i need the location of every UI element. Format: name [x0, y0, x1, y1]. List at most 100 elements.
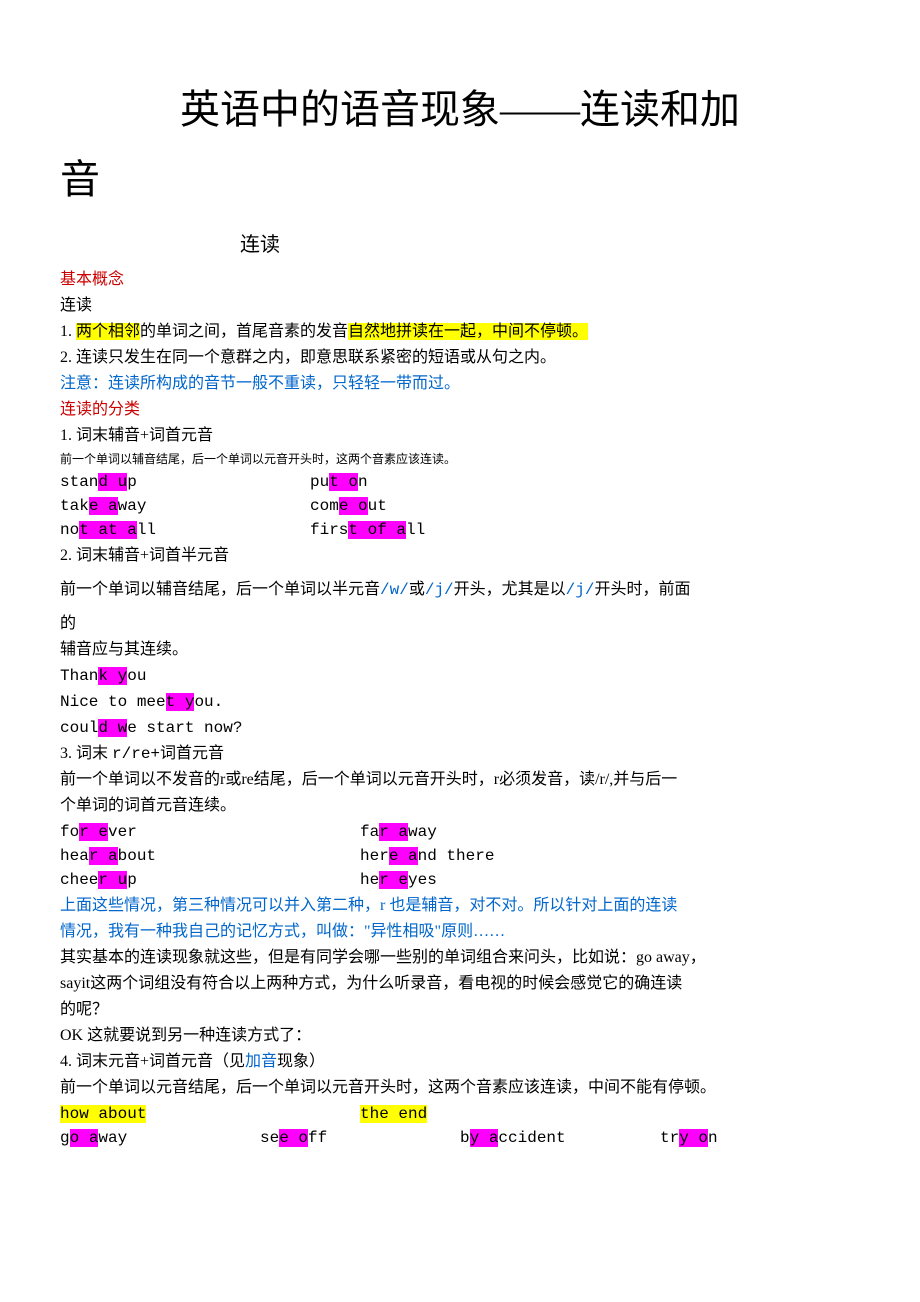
t: nd there: [418, 847, 495, 865]
hl: e o: [339, 497, 368, 515]
highlight: 两个相邻: [76, 323, 140, 340]
t: stan: [60, 473, 98, 491]
t: ll: [406, 521, 425, 539]
t: Nice to mee: [60, 693, 166, 711]
hl: t of a: [348, 521, 406, 539]
t: he: [360, 871, 379, 889]
hl: y o: [679, 1129, 708, 1147]
t: way: [408, 823, 437, 841]
t: ou.: [194, 693, 223, 711]
note-text: 注意：连读所构成的音节一般不重读，只轻轻一带而过。: [60, 372, 860, 396]
hl: r e: [379, 871, 408, 889]
t: way: [118, 497, 147, 515]
text-line: 连读: [60, 294, 860, 318]
t: fo: [60, 823, 79, 841]
rule-2: 2. 连读只发生在同一个意群之内，即意思联系紧密的短语或从句之内。: [60, 346, 860, 370]
t: ff: [308, 1129, 327, 1147]
t: Than: [60, 667, 98, 685]
hl: e o: [279, 1129, 308, 1147]
rule-3-title: 3. 词末 r/re+词首元音: [60, 742, 860, 766]
hl: t o: [329, 473, 358, 491]
t: pu: [310, 473, 329, 491]
hl: o a: [70, 1129, 99, 1147]
text: 的单词之间，首尾音素的发音: [140, 323, 348, 340]
phoneme: /j/: [566, 581, 595, 599]
t: 词首元音: [160, 745, 224, 762]
hl: r u: [98, 871, 127, 889]
rule-4-title: 4. 词末元音+词首元音（见加音现象）: [60, 1050, 860, 1074]
rule-3-sub: 前一个单词以不发音的r或re结尾，后一个单词以元音开头时，r必须发音，读/r/,…: [60, 768, 860, 792]
t: chee: [60, 871, 98, 889]
example-row: how about the end: [60, 1102, 860, 1126]
hl: the end: [360, 1105, 427, 1123]
hl: t y: [166, 693, 195, 711]
t: 3. 词末: [60, 745, 112, 762]
rule-1: 1. 两个相邻的单词之间，首尾音素的发音自然地拼读在一起，中间不停顿。: [60, 320, 860, 344]
paragraph: sayit这两个词组没有符合以上两种方式，为什么听录音，看电视的时候会感觉它的确…: [60, 972, 860, 996]
rule-2-sub: 前一个单词以辅音结尾，后一个单词以半元音/w/或/j/开头，尤其是以/j/开头时…: [60, 578, 860, 602]
example-row: for ever far away: [60, 820, 860, 844]
t: 开头时，前面: [594, 581, 690, 598]
example-row: cheer up her eyes: [60, 868, 860, 892]
t: 的: [60, 612, 860, 636]
paragraph: 的呢？: [60, 998, 860, 1022]
t: se: [260, 1129, 279, 1147]
t: r/re+: [112, 745, 160, 763]
t: p: [127, 871, 137, 889]
t: n: [358, 473, 368, 491]
note: 情况，我有一种我自己的记忆方式，叫做："异性相吸"原则……: [60, 920, 860, 944]
highlight: 自然地拼读在一起，中间不停顿。: [348, 323, 588, 340]
t: ou: [127, 667, 146, 685]
document-title: 英语中的语音现象——连读和加: [60, 80, 860, 140]
hl: d w: [98, 719, 127, 737]
hl: t at a: [79, 521, 137, 539]
hl: r a: [89, 847, 118, 865]
section-subtitle: 连读: [240, 230, 860, 260]
example-row: stand up put on: [60, 470, 860, 494]
t: firs: [310, 521, 348, 539]
note: 上面这些情况，第三种情况可以并入第二种，r 也是辅音，对不对。所以针对上面的连读: [60, 894, 860, 918]
hl: d u: [98, 473, 127, 491]
example-row: take away come out: [60, 494, 860, 518]
hl: r e: [79, 823, 108, 841]
t: 或: [409, 581, 425, 598]
rule-1-sub: 前一个单词以辅音结尾，后一个单词以元音开头时，这两个音素应该连读。: [60, 450, 860, 468]
hl: k y: [98, 667, 127, 685]
paragraph: OK 这就要说到另一种连读方式了：: [60, 1024, 860, 1048]
t: ll: [137, 521, 156, 539]
t: 现象）: [277, 1053, 325, 1070]
t: ccident: [498, 1129, 565, 1147]
example-row: not at all first of all: [60, 518, 860, 542]
rule-4-sub: 前一个单词以元音结尾，后一个单词以元音开头时，这两个音素应该连读，中间不能有停顿…: [60, 1076, 860, 1100]
t: n: [708, 1129, 718, 1147]
t: way: [98, 1129, 127, 1147]
t: fa: [360, 823, 379, 841]
t: 开头，尤其是以: [454, 581, 566, 598]
example: Nice to meet you.: [60, 690, 860, 714]
t: tr: [660, 1129, 679, 1147]
hl: e a: [389, 847, 418, 865]
example: could we start now?: [60, 716, 860, 740]
t: e start now?: [127, 719, 242, 737]
t: coul: [60, 719, 98, 737]
t: ut: [368, 497, 387, 515]
t: 4. 词末元音+词首元音（见: [60, 1053, 245, 1070]
t: ver: [108, 823, 137, 841]
text: 1.: [60, 323, 76, 340]
example-row: go away see off by accident try on: [60, 1126, 860, 1150]
t: hea: [60, 847, 89, 865]
t: tak: [60, 497, 89, 515]
t: g: [60, 1129, 70, 1147]
heading-basic-concept: 基本概念: [60, 268, 860, 292]
hl: e a: [89, 497, 118, 515]
t: b: [460, 1129, 470, 1147]
t: her: [360, 847, 389, 865]
t: no: [60, 521, 79, 539]
t: com: [310, 497, 339, 515]
rule-3-sub: 个单词的词首元音连续。: [60, 794, 860, 818]
hl: how about: [60, 1105, 146, 1123]
hl: r a: [379, 823, 408, 841]
hl: y a: [470, 1129, 499, 1147]
t: yes: [408, 871, 437, 889]
rule-2-title: 2. 词末辅音+词首半元音: [60, 544, 860, 568]
